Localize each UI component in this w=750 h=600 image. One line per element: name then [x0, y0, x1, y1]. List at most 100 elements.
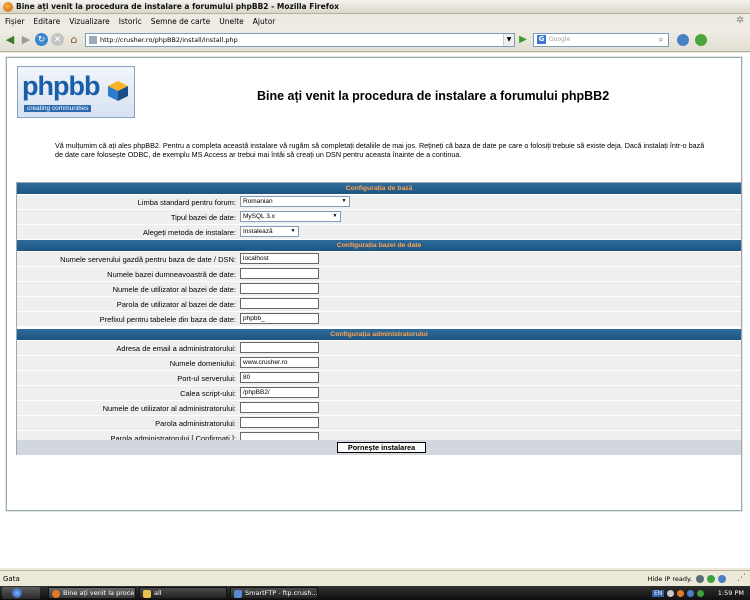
form-row-admin-password: Parola administratorului: [17, 416, 741, 430]
hide-ip-status[interactable]: Hide IP ready. [648, 575, 692, 583]
start-install-button[interactable]: Pornește instalarea [337, 442, 426, 453]
form-row-table-prefix: Prefixul pentru tabelele din baza de dat… [17, 312, 741, 326]
form-row-admin-user: Numele de utilizator al administratorulu… [17, 401, 741, 415]
status-ok-icon[interactable] [707, 575, 715, 583]
select-install-method[interactable]: Instalează ▼ [240, 226, 299, 237]
label-db-user: Numele de utilizator al bazei de date: [112, 285, 236, 294]
page-frame: phpbb creating communities Bine ați veni… [5, 56, 743, 512]
clock[interactable]: 1:59 PM [718, 589, 744, 597]
menu-view[interactable]: Vizualizare [69, 17, 110, 26]
form-row-db-host: Numele serverului gazdă pentru baza de d… [17, 252, 741, 266]
address-url: http://crusher.ro/phpBB2/install/install… [100, 35, 238, 44]
input-db-name[interactable] [240, 268, 319, 279]
intro-text: Vă mulțumim că ați ales phpBB2. Pentru a… [55, 141, 705, 159]
menu-edit[interactable]: Editare [34, 17, 61, 26]
select-db-type[interactable]: MySQL 3.x ▼ [240, 211, 341, 222]
select-language-value: Romanian [243, 198, 273, 205]
input-db-user[interactable] [240, 283, 319, 294]
home-button[interactable]: ⌂ [67, 33, 81, 46]
navigation-toolbar: ◀ ▶ ↻ ✕ ⌂ http://crusher.ro/phpBB2/insta… [0, 28, 750, 52]
stop-icon: ✕ [53, 34, 62, 45]
input-admin-email[interactable] [240, 342, 319, 353]
label-db-password: Parola de utilizator al bazei de date: [116, 300, 236, 309]
resize-grip-icon[interactable]: ⋰ [737, 573, 746, 583]
input-script-path[interactable]: /phpBB2/ [240, 387, 319, 398]
page-body: phpbb creating communities Bine ați veni… [6, 57, 742, 511]
input-db-host[interactable]: localhost [240, 253, 319, 264]
menu-history[interactable]: Istoric [119, 17, 142, 26]
tray-volume-icon[interactable] [697, 589, 705, 597]
taskbar-item-smartftp[interactable]: SmartFTP - ftp.crush... [230, 587, 318, 599]
address-dropdown-icon[interactable]: ▼ [503, 33, 514, 46]
google-icon: G [537, 35, 546, 44]
taskbar-item-folder[interactable]: all [139, 587, 227, 599]
window-title: Bine ați venit la procedura de instalare… [16, 2, 339, 11]
tray-network-icon[interactable] [687, 589, 695, 597]
status-addon-icon[interactable] [718, 575, 726, 583]
form-row-script-path: Calea script-ului: /phpBB2/ [17, 386, 741, 400]
select-install-method-value: Instalează [243, 228, 273, 235]
reload-button[interactable]: ↻ [35, 33, 48, 46]
start-button[interactable] [2, 587, 40, 599]
form-row-port: Port-ul serverului: 80 [17, 371, 741, 385]
folder-icon [143, 590, 151, 598]
menu-bar: Fișier Editare Vizualizare Istoric Semne… [0, 15, 750, 27]
section-basic-config: Configurația de bază [17, 183, 741, 194]
tray-arrow-icon[interactable] [667, 589, 675, 597]
input-db-password[interactable] [240, 298, 319, 309]
select-db-type-value: MySQL 3.x [243, 213, 275, 220]
language-indicator[interactable]: EN [652, 589, 665, 597]
form-row-install-method: Alegeți metoda de instalare: Instalează … [17, 225, 741, 239]
hide-ip-icon[interactable] [696, 575, 704, 583]
page-title: Bine ați venit la procedura de instalare… [257, 89, 610, 103]
input-admin-user[interactable] [240, 402, 319, 413]
taskbar-item-firefox[interactable]: Bine ați venit la proce... [48, 587, 136, 599]
select-language[interactable]: Romanian ▼ [240, 196, 350, 207]
search-box[interactable]: G Google ⌕ [533, 32, 669, 47]
label-db-name: Numele bazei dumneavoastră de date: [107, 270, 236, 279]
install-form: Configurația de bază Limba standard pent… [16, 182, 742, 455]
go-button[interactable]: ▶ [517, 33, 529, 47]
status-text: Gata [3, 574, 20, 583]
label-table-prefix: Prefixul pentru tabelele din baza de dat… [99, 315, 236, 324]
form-row-db-name: Numele bazei dumneavoastră de date: [17, 267, 741, 281]
taskbar-item-smartftp-label: SmartFTP - ftp.crush... [245, 589, 318, 597]
status-bar: Gata Hide IP ready. ⋰ [0, 570, 750, 586]
tray-app-icon[interactable] [677, 589, 685, 597]
label-db-type: Tipul bazei de date: [170, 213, 236, 222]
menu-tools[interactable]: Unelte [219, 17, 244, 26]
form-row-admin-email: Adresa de email a administratorului: [17, 341, 741, 355]
search-icon[interactable]: ⌕ [655, 35, 667, 45]
throbber-icon: ✲ [736, 15, 745, 26]
form-row-db-type: Tipul bazei de date: MySQL 3.x ▼ [17, 210, 741, 224]
section-db-config: Configurația bazei de date [17, 240, 741, 251]
phpbb-logo[interactable]: phpbb creating communities [17, 66, 135, 118]
input-table-prefix[interactable]: phpbb_ [240, 313, 319, 324]
skype-icon[interactable] [677, 33, 689, 46]
address-bar[interactable]: http://crusher.ro/phpBB2/install/install… [85, 32, 515, 47]
stop-button[interactable]: ✕ [51, 33, 64, 46]
taskbar-item-folder-label: all [154, 589, 162, 597]
search-placeholder: Google [549, 36, 571, 43]
site-icon [89, 35, 97, 44]
firefox-icon [3, 1, 13, 12]
menu-bookmarks[interactable]: Semne de carte [151, 17, 211, 26]
smartftp-icon [234, 590, 242, 598]
label-domain: Numele domeniului: [169, 359, 236, 368]
page-content: phpbb creating communities Bine ați veni… [0, 53, 750, 568]
label-port: Port-ul serverului: [177, 374, 236, 383]
start-orb-icon [12, 588, 22, 598]
forward-button[interactable]: ▶ [20, 33, 32, 46]
back-button[interactable]: ◀ [3, 33, 17, 46]
logo-cube-icon [108, 81, 128, 101]
label-admin-email: Adresa de email a administratorului: [116, 344, 236, 353]
input-admin-password[interactable] [240, 417, 319, 428]
input-domain[interactable]: www.crusher.ro [240, 357, 319, 368]
menu-help[interactable]: Ajutor [253, 17, 276, 26]
taskbar: Bine ați venit la proce... all SmartFTP … [0, 586, 750, 600]
input-port[interactable]: 80 [240, 372, 319, 383]
menu-file[interactable]: Fișier [5, 17, 25, 26]
firefox-icon [52, 590, 60, 598]
label-admin-user: Numele de utilizator al administratorulu… [102, 404, 236, 413]
extension-icon[interactable] [695, 33, 707, 46]
